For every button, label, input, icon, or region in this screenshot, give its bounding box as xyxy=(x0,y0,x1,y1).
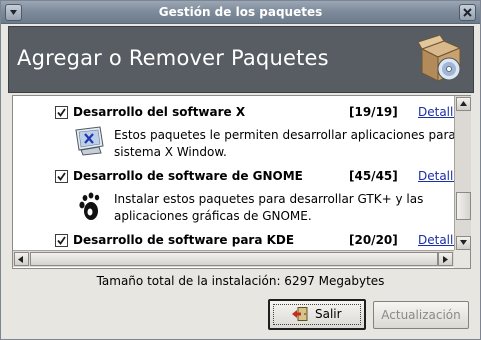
scrollbar-corner xyxy=(454,250,470,268)
header-banner: Agregar o Remover Paquetes xyxy=(8,26,474,93)
exit-button[interactable]: Salir xyxy=(268,299,366,330)
exit-button-label: Salir xyxy=(315,307,342,321)
package-group-row: Desarrollo del software X [19/19] Detall… xyxy=(13,103,454,123)
checkmark-icon xyxy=(57,172,66,181)
package-count: [45/45] xyxy=(349,169,398,183)
description-line: Instalar estos paquetes para desarrollar… xyxy=(114,192,424,206)
package-group-name: Desarrollo de software para KDE xyxy=(73,233,295,247)
install-size-label: Tamaño total de la instalación: 6297 Meg… xyxy=(96,274,385,288)
arrow-left-icon xyxy=(18,256,23,263)
package-group-description: Instalar estos paquetes para desarrollar… xyxy=(114,191,454,225)
details-link[interactable]: Detalles xyxy=(418,169,454,183)
checkmark-icon xyxy=(57,108,66,117)
scroll-left-button[interactable] xyxy=(14,252,29,266)
horizontal-scrollbar[interactable] xyxy=(13,250,454,267)
details-link[interactable]: Detalles xyxy=(418,105,454,119)
exit-door-icon xyxy=(292,307,308,321)
package-group-description: Estos paquetes le permiten desarrollar a… xyxy=(114,127,454,161)
package-checkbox[interactable] xyxy=(55,106,68,119)
details-link[interactable]: Detalles xyxy=(418,233,454,247)
package-count: [20/20] xyxy=(349,233,398,247)
package-group-row: Desarrollo de software de GNOME [45/45] … xyxy=(13,167,454,187)
package-group-name: Desarrollo de software de GNOME xyxy=(73,169,303,183)
window-title: Gestión de los paquetes xyxy=(158,5,323,19)
gnome-foot-icon xyxy=(79,192,100,220)
package-group-list[interactable]: Desarrollo del software X [19/19] Detall… xyxy=(12,95,471,269)
package-list-viewport: Desarrollo del software X [19/19] Detall… xyxy=(13,96,454,250)
package-box-icon xyxy=(418,35,462,82)
x-window-monitor-icon xyxy=(75,126,104,156)
vertical-scrollbar[interactable] xyxy=(454,96,471,250)
package-group-name: Desarrollo del software X xyxy=(73,105,246,119)
checkmark-icon xyxy=(57,236,66,245)
package-count: [19/19] xyxy=(349,105,398,119)
package-manager-window: Gestión de los paquetes Agregar o Remove… xyxy=(0,0,481,340)
arrow-down-icon xyxy=(460,240,467,245)
package-checkbox[interactable] xyxy=(55,234,68,247)
description-line: sistema X Window. xyxy=(114,145,227,159)
arrow-right-icon xyxy=(443,256,448,263)
scroll-down-button[interactable] xyxy=(456,236,471,250)
vertical-scroll-thumb[interactable] xyxy=(456,192,471,220)
page-title: Agregar o Remover Paquetes xyxy=(17,46,329,70)
description-line: aplicaciones gráficas de GNOME. xyxy=(114,209,312,223)
horizontal-scroll-thumb[interactable] xyxy=(30,252,438,266)
description-line: Estos paquetes le permiten desarrollar a… xyxy=(114,128,454,142)
update-button[interactable]: Actualización xyxy=(373,301,469,329)
arrow-up-icon xyxy=(460,101,467,106)
window-close-button[interactable] xyxy=(459,4,476,21)
title-bar[interactable]: Gestión de los paquetes xyxy=(1,1,480,24)
scroll-right-button[interactable] xyxy=(438,252,453,266)
update-button-label: Actualización xyxy=(381,308,461,322)
close-icon xyxy=(463,8,472,17)
scroll-up-button[interactable] xyxy=(456,97,471,111)
package-group-row: Desarrollo de software para KDE [20/20] … xyxy=(13,231,454,250)
package-checkbox[interactable] xyxy=(55,170,68,183)
